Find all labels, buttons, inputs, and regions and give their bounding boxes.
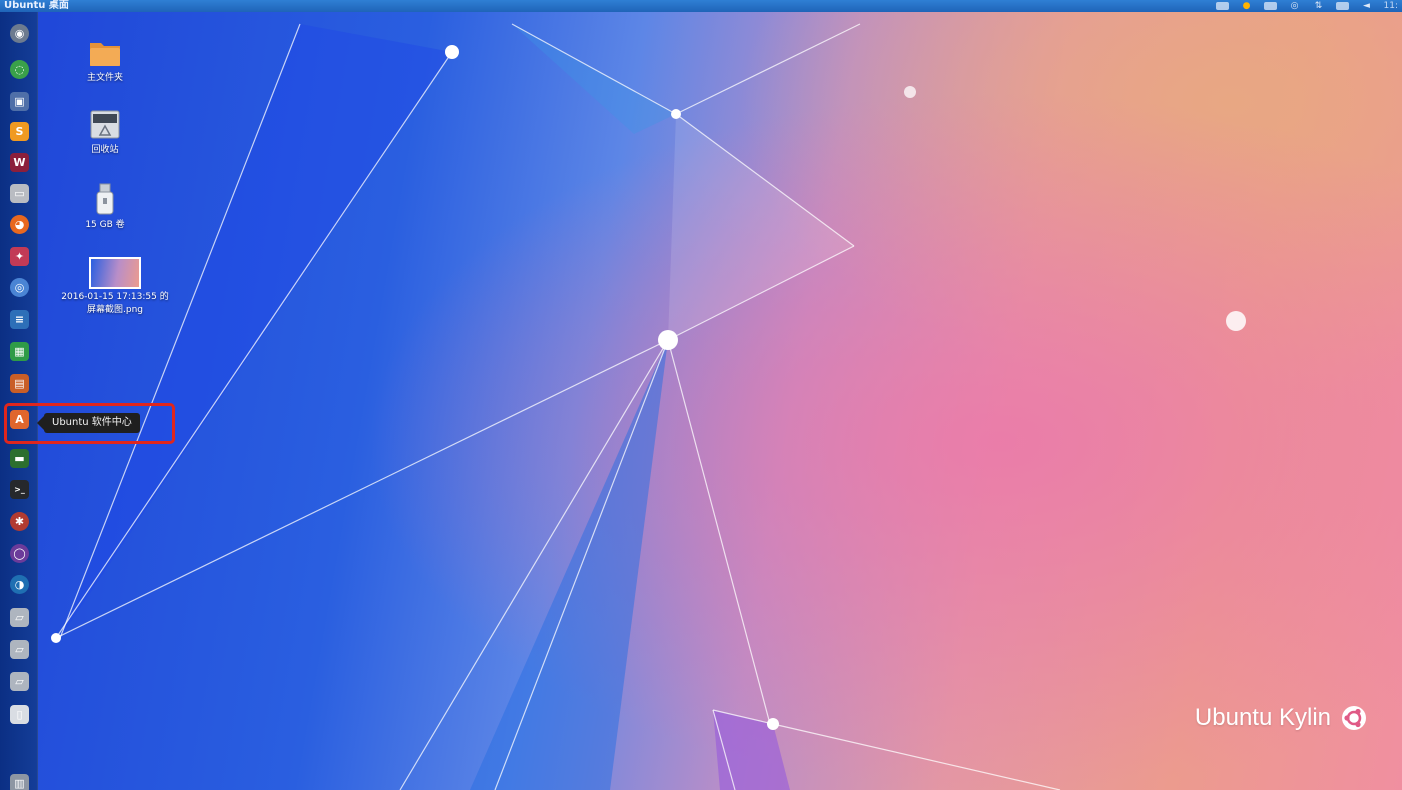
keyboard-icon[interactable]: [1264, 1, 1278, 11]
cleaner-icon[interactable]: ◑: [10, 575, 29, 594]
transfer-icon[interactable]: ⇅: [1312, 1, 1326, 11]
wps-icon[interactable]: W: [10, 153, 29, 172]
libreoffice-impress-icon[interactable]: ▤: [10, 374, 29, 393]
trash-icon[interactable]: ▥: [10, 774, 29, 790]
youker-assistant-icon[interactable]: ✦: [10, 247, 29, 266]
home-folder-icon: [90, 43, 120, 66]
system-tray: ● ◎ ⇅ ◄ 11:: [1216, 0, 1398, 12]
usb-drive-icon[interactable]: ▯: [10, 705, 29, 724]
terminal-icon[interactable]: >_: [10, 480, 29, 499]
files-icon[interactable]: ▭: [10, 184, 29, 203]
desktop-icon-usb-volume[interactable]: 15 GB 卷: [60, 182, 150, 232]
ubuntu-kylin-watermark: Ubuntu Kylin: [1195, 704, 1367, 732]
libreoffice-writer-icon[interactable]: ≡: [10, 310, 29, 329]
sublime-text-icon[interactable]: S: [10, 122, 29, 141]
media-player-icon[interactable]: ◯: [10, 544, 29, 563]
drive-icon[interactable]: ▱: [10, 672, 29, 691]
system-settings-icon[interactable]: ✱: [10, 512, 29, 531]
kylin-assistant-icon[interactable]: ▣: [10, 92, 29, 111]
screenshot-thumbnail: [89, 257, 141, 289]
desktop-icon-label: 2016-01-15 17:13:55 的屏幕截图.png: [61, 292, 169, 315]
image-viewer-icon[interactable]: ▬: [10, 449, 29, 468]
panel-title: Ubuntu 桌面: [4, 0, 69, 11]
desktop-icon-screenshot[interactable]: 2016-01-15 17:13:55 的屏幕截图.png: [60, 257, 170, 317]
software-updater-icon[interactable]: ◌: [10, 60, 29, 79]
desktop-icon-label: 主文件夹: [86, 73, 123, 83]
wallpaper: [0, 12, 1402, 790]
chromium-icon[interactable]: ◎: [10, 278, 29, 297]
clock[interactable]: 11:: [1384, 0, 1398, 12]
volume-icon[interactable]: ◄: [1360, 1, 1374, 11]
top-panel: Ubuntu 桌面 ● ◎ ⇅ ◄ 11:: [0, 0, 1402, 12]
desktop-icon-trash[interactable]: 回收站: [60, 107, 150, 157]
firefox-icon[interactable]: ◕: [10, 215, 29, 234]
desktop-icon-home[interactable]: 主文件夹: [60, 35, 150, 85]
dropbox-icon[interactable]: [1216, 1, 1230, 11]
desktop-icon-label: 回收站: [91, 145, 119, 155]
wallpaper-geometry: [51, 23, 1246, 790]
highlight-box: [4, 403, 175, 444]
dash-icon[interactable]: ◉: [10, 24, 29, 43]
sogou-input-icon[interactable]: ●: [1240, 1, 1254, 11]
desktop-screen: Ubuntu 桌面 ● ◎ ⇅ ◄ 11: ◉ ◌ ▣ S W ▭ ◕ ✦ ◎ ≡ ▦ ▤ A ▬ >_ ✱ ◯…: [0, 0, 1402, 790]
drive-icon[interactable]: ▱: [10, 608, 29, 627]
drive-icon[interactable]: ▱: [10, 640, 29, 659]
network-icon[interactable]: ◎: [1288, 1, 1302, 11]
libreoffice-calc-icon[interactable]: ▦: [10, 342, 29, 361]
mail-icon[interactable]: [1336, 1, 1350, 11]
trash-icon: [90, 110, 120, 139]
usb-drive-icon: [96, 183, 114, 215]
ubuntu-logo-icon: [1342, 706, 1366, 730]
launcher: ◉ ◌ ▣ S W ▭ ◕ ✦ ◎ ≡ ▦ ▤ A ▬ >_ ✱ ◯ ◑ ▱ ▱ ▱ ▯ ▥: [0, 12, 38, 790]
watermark-text: Ubuntu Kylin: [1194, 704, 1331, 731]
desktop-icon-label: 15 GB 卷: [85, 220, 125, 230]
